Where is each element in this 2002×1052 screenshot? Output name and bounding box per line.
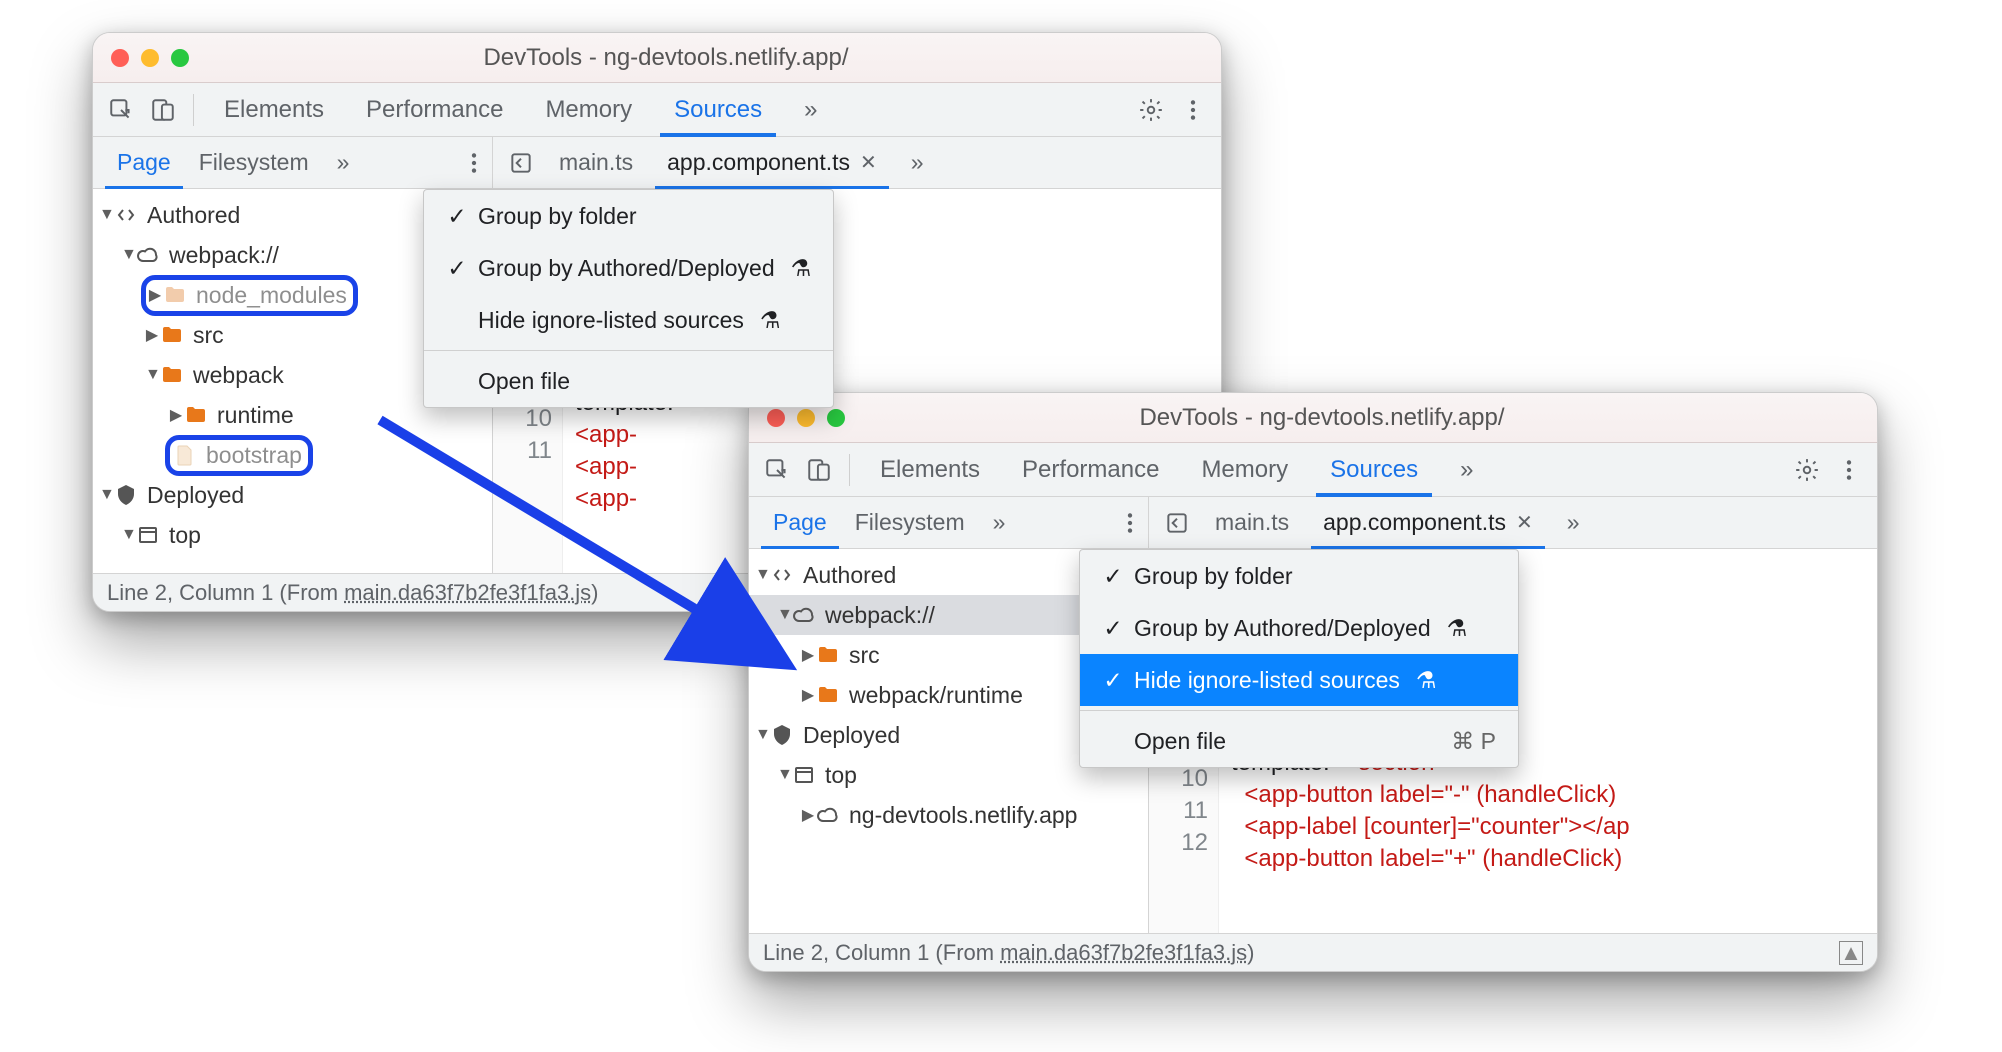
devtools-window-after: DevTools - ng-devtools.netlify.app/ Elem… — [748, 392, 1878, 972]
filetab-more[interactable]: » — [1553, 497, 1594, 548]
close-icon[interactable]: ✕ — [860, 150, 877, 175]
folder-icon — [159, 362, 185, 388]
kebab-menu-icon[interactable] — [1112, 505, 1148, 541]
main-tabbar: Elements Performance Memory Sources » — [93, 83, 1221, 137]
filetab-more[interactable]: » — [897, 137, 938, 188]
filetab-label: app.component.ts — [1323, 509, 1506, 536]
menu-group-by-folder[interactable]: ✓Group by folder — [424, 190, 833, 242]
code-icon — [769, 562, 795, 588]
subtab-page[interactable]: Page — [759, 497, 841, 548]
subtab-filesystem[interactable]: Filesystem — [185, 137, 323, 188]
sources-subbar: Page Filesystem » main.ts app.component.… — [749, 497, 1877, 549]
nav-files-icon[interactable] — [1159, 505, 1195, 541]
subtab-page[interactable]: Page — [103, 137, 185, 188]
tree-node-top[interactable]: ▼ top — [93, 515, 492, 555]
menu-hide-ignore-listed[interactable]: Hide ignore-listed sources⚗ — [424, 294, 833, 346]
menu-group-by-authored[interactable]: ✓Group by Authored/Deployed⚗ — [424, 242, 833, 294]
nav-files-icon[interactable] — [503, 145, 539, 181]
menu-hide-ignore-listed[interactable]: ✓Hide ignore-listed sources⚗ — [1080, 654, 1518, 706]
filetab-appcomponent[interactable]: app.component.ts ✕ — [1309, 497, 1547, 548]
menu-group-by-authored[interactable]: ✓Group by Authored/Deployed⚗ — [1080, 602, 1518, 654]
traffic-lights — [767, 409, 845, 427]
tab-sources[interactable]: Sources — [1312, 443, 1436, 496]
tab-performance[interactable]: Performance — [1004, 443, 1177, 496]
navigator-context-menu: ✓Group by folder ✓Group by Authored/Depl… — [1079, 549, 1519, 768]
cloud-icon — [815, 802, 841, 828]
close-icon[interactable]: ✕ — [1516, 510, 1533, 535]
minimize-window-button[interactable] — [797, 409, 815, 427]
tab-elements[interactable]: Elements — [862, 443, 998, 496]
tab-memory[interactable]: Memory — [527, 83, 650, 136]
code-icon — [113, 202, 139, 228]
tab-more[interactable]: » — [786, 83, 835, 136]
frame-icon — [791, 762, 817, 788]
close-window-button[interactable] — [767, 409, 785, 427]
folder-icon — [815, 642, 841, 668]
tab-sources[interactable]: Sources — [656, 83, 780, 136]
subtab-more[interactable]: » — [979, 497, 1020, 548]
menu-open-file[interactable]: Open file — [424, 355, 833, 407]
folder-icon — [162, 282, 188, 308]
tab-elements[interactable]: Elements — [206, 83, 342, 136]
experiment-flask-icon: ⚗ — [760, 307, 781, 334]
close-window-button[interactable] — [111, 49, 129, 67]
file-icon — [172, 442, 198, 468]
experiment-flask-icon: ⚗ — [1416, 667, 1437, 694]
kebab-menu-icon[interactable] — [1831, 452, 1867, 488]
filetab-main[interactable]: main.ts — [545, 137, 647, 188]
filetab-label: app.component.ts — [667, 149, 850, 176]
inspect-icon[interactable] — [759, 452, 795, 488]
traffic-lights — [111, 49, 189, 67]
sourcemap-link[interactable]: main.da63f7b2fe3f1fa3.js — [1000, 940, 1247, 966]
sources-subbar: Page Filesystem » main.ts app.component.… — [93, 137, 1221, 189]
menu-group-by-folder[interactable]: ✓Group by folder — [1080, 550, 1518, 602]
window-title: DevTools - ng-devtools.netlify.app/ — [189, 44, 1203, 72]
tab-memory[interactable]: Memory — [1183, 443, 1306, 496]
tab-performance[interactable]: Performance — [348, 83, 521, 136]
inspect-icon[interactable] — [103, 92, 139, 128]
folder-icon — [183, 402, 209, 428]
titlebar[interactable]: DevTools - ng-devtools.netlify.app/ — [749, 393, 1877, 443]
pretty-print-icon[interactable]: ▲ — [1839, 941, 1863, 965]
status-bar: Line 2, Column 1 (From main.da63f7b2fe3f… — [749, 933, 1877, 971]
tab-more[interactable]: » — [1442, 443, 1491, 496]
folder-icon — [159, 322, 185, 348]
filetab-appcomponent[interactable]: app.component.ts ✕ — [653, 137, 891, 188]
device-toolbar-icon[interactable] — [145, 92, 181, 128]
filetab-main[interactable]: main.ts — [1201, 497, 1303, 548]
frame-icon — [135, 522, 161, 548]
settings-gear-icon[interactable] — [1789, 452, 1825, 488]
cloud-icon — [135, 242, 161, 268]
deployed-icon — [113, 482, 139, 508]
tree-node-deployed[interactable]: ▼ Deployed — [93, 475, 492, 515]
zoom-window-button[interactable] — [827, 409, 845, 427]
subtab-filesystem[interactable]: Filesystem — [841, 497, 979, 548]
menu-open-file[interactable]: Open file⌘ P — [1080, 715, 1518, 767]
navigator-context-menu: ✓Group by folder ✓Group by Authored/Depl… — [423, 189, 834, 408]
tree-node-host[interactable]: ▶ ng-devtools.netlify.app — [749, 795, 1148, 835]
minimize-window-button[interactable] — [141, 49, 159, 67]
kebab-menu-icon[interactable] — [456, 145, 492, 181]
zoom-window-button[interactable] — [171, 49, 189, 67]
subtab-more[interactable]: » — [323, 137, 364, 188]
sourcemap-link[interactable]: main.da63f7b2fe3f1fa3.js — [344, 580, 591, 606]
titlebar[interactable]: DevTools - ng-devtools.netlify.app/ — [93, 33, 1221, 83]
folder-icon — [815, 682, 841, 708]
experiment-flask-icon: ⚗ — [1447, 615, 1468, 642]
tree-node-bootstrap[interactable]: bootstrap — [93, 435, 492, 475]
deployed-icon — [769, 722, 795, 748]
kebab-menu-icon[interactable] — [1175, 92, 1211, 128]
window-title: DevTools - ng-devtools.netlify.app/ — [845, 404, 1859, 432]
main-tabbar: Elements Performance Memory Sources » — [749, 443, 1877, 497]
settings-gear-icon[interactable] — [1133, 92, 1169, 128]
experiment-flask-icon: ⚗ — [791, 255, 812, 282]
device-toolbar-icon[interactable] — [801, 452, 837, 488]
cloud-icon — [791, 602, 817, 628]
